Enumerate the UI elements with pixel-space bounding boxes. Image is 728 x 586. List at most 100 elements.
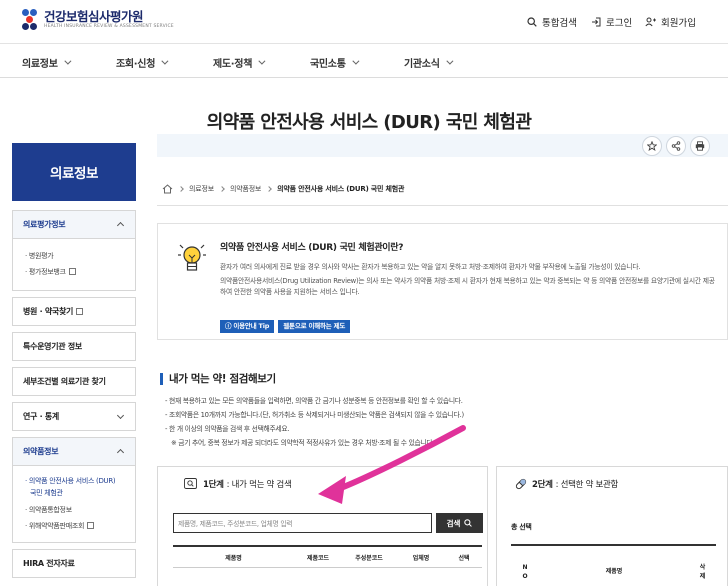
note-line: - 한 개 이상의 의약품을 검색 후 선택해주세요. xyxy=(165,425,290,433)
logo-mark-icon xyxy=(22,9,38,31)
notes: - 현재 복용하고 있는 모든 의약품들을 입력하면, 의약품 간 금기나 성분… xyxy=(165,394,725,450)
info-box: 의약품 안전사용 서비스 (DUR) 국민 체험관이란? 환자가 여러 의사에게… xyxy=(157,223,728,340)
lightbulb-icon xyxy=(178,244,206,271)
breadcrumb: 의료정보 의약품정보 의약품 안전사용 서비스 (DUR) 국민 체험관 xyxy=(162,184,404,194)
main-nav: 의료정보 조회·신청 제도·정책 국민소통 기관소식 xyxy=(0,44,728,78)
sidebar-item-label: 병원 · 약국찾기 xyxy=(23,307,74,316)
chevron-down-icon xyxy=(258,57,266,65)
sidebar-sub-dur-cont[interactable]: 국민 체험관 xyxy=(25,487,125,499)
step1-label: 1단계 xyxy=(203,479,224,490)
chevron-up-icon xyxy=(116,221,125,230)
nav-label: 제도·정책 xyxy=(213,59,253,70)
chevron-down-icon xyxy=(161,57,169,65)
breadcrumb-divider xyxy=(157,205,728,206)
step2-header: 2단계 : 선택한 약 보관함 xyxy=(497,467,727,500)
breadcrumb-current: 의약품 안전사용 서비스 (DUR) 국민 체험관 xyxy=(277,185,405,193)
step1-header: 1단계 : 내가 먹는 약 검색 xyxy=(158,467,487,500)
logo-name: 건강보험심사평가원 xyxy=(44,9,144,24)
nav-item-policy[interactable]: 제도·정책 xyxy=(213,55,266,70)
sidebar-item-evaluation[interactable]: 의료평가정보 xyxy=(12,210,136,239)
info-paragraph: 의약품안전사용서비스(Drug Utilization Review)는 의사 … xyxy=(220,277,715,296)
col-company: 업체명 xyxy=(412,554,430,562)
sidebar-item-label: 특수운영기관 정보 xyxy=(23,342,82,351)
sidebar-submenu-drug-info: · 의약품 안전사용 서비스 (DUR) 국민 체험관 · 의약품통합정보 · … xyxy=(12,466,136,543)
col-no: N O xyxy=(522,563,528,580)
share-button[interactable] xyxy=(666,136,686,156)
selected-drugs-header: N O 제품명 삭 제 xyxy=(511,544,716,586)
sidebar-item-research[interactable]: 연구 · 통계 xyxy=(12,402,136,431)
star-icon xyxy=(647,141,657,151)
search-row: 제품명, 제품코드, 주성분코드, 업체명 입력 검색 xyxy=(173,513,483,533)
breadcrumb-item[interactable]: 의료정보 xyxy=(189,184,214,194)
nav-item-news[interactable]: 기관소식 xyxy=(404,55,454,70)
util-search-label: 통합검색 xyxy=(542,18,577,29)
sidebar-item-hira-data[interactable]: HIRA 전자자료 xyxy=(12,549,136,578)
nav-item-communication[interactable]: 국민소통 xyxy=(310,55,360,70)
util-login[interactable]: 로그인 xyxy=(591,15,632,29)
sidebar-sub-hospital-eval[interactable]: · 병원평가 xyxy=(25,248,125,264)
step1-panel: 1단계 : 내가 먹는 약 검색 제품명, 제품코드, 주성분코드, 업체명 입… xyxy=(157,466,488,586)
search-icon xyxy=(527,17,537,27)
chevron-down-icon xyxy=(63,57,72,65)
webtoon-button[interactable]: 웹툰으로 이해하는 제도 xyxy=(278,320,351,333)
search-button[interactable]: 검색 xyxy=(436,513,483,533)
user-add-icon xyxy=(645,17,656,27)
col-delete: 삭 제 xyxy=(699,563,706,580)
chevron-down-icon xyxy=(445,57,454,65)
nav-label: 국민소통 xyxy=(310,59,346,70)
sidebar-sub-eval-bank[interactable]: · 평가정보뱅크 xyxy=(25,264,125,280)
breadcrumb-item[interactable]: 의약품정보 xyxy=(230,184,261,194)
col-product-code: 제품코드 xyxy=(306,554,330,562)
drug-search-input[interactable]: 제품명, 제품코드, 주성분코드, 업체명 입력 xyxy=(173,513,432,533)
external-link-icon xyxy=(87,522,95,529)
util-join[interactable]: 회원가입 xyxy=(645,15,696,29)
step1-title: : 내가 먹는 약 검색 xyxy=(226,479,292,490)
sidebar-sub-dur[interactable]: · 의약품 안전사용 서비스 (DUR) xyxy=(25,475,125,487)
nav-item-inquiry[interactable]: 조회·신청 xyxy=(116,55,169,70)
util-join-label: 회원가입 xyxy=(661,18,696,29)
logo[interactable]: 건강보험심사평가원 HEALTH INSURANCE REVIEW & ASSE… xyxy=(22,9,174,31)
chevron-right-icon xyxy=(178,186,184,192)
step2-label: 2단계 xyxy=(532,479,553,490)
home-icon[interactable] xyxy=(162,184,173,194)
col-select: 선택 xyxy=(458,554,470,562)
sidebar: 의료평가정보 · 병원평가 · 평가정보뱅크 병원 · 약국찾기 특수운영기관 … xyxy=(12,210,136,584)
chevron-right-icon xyxy=(219,186,225,192)
sidebar-item-drug-info[interactable]: 의약품정보 xyxy=(12,437,136,466)
nav-label: 조회·신청 xyxy=(116,59,156,70)
sidebar-sub-drug-integrated[interactable]: · 의약품통합정보 xyxy=(25,502,125,518)
info-paragraph: 환자가 여러 의사에게 진료 받을 경우 의사와 약사는 환자가 복용하고 있는… xyxy=(220,263,641,271)
col-product-name: 제품명 xyxy=(225,554,242,562)
info-buttons: ⓘ 이용안내 Tip 웹툰으로 이해하는 제도 xyxy=(220,320,354,333)
step2-title: : 선택한 약 보관함 xyxy=(555,479,619,490)
sidebar-item-label: 의료평가정보 xyxy=(23,220,66,229)
sidebar-item-detailed-search[interactable]: 세부조건별 의료기관 찾기 xyxy=(12,367,136,396)
title-bar-mark xyxy=(160,372,163,385)
nav-item-medical-info[interactable]: 의료정보 xyxy=(22,55,72,70)
note-line: ※ 금기 추어, 중복 정보가 제공 되더라도 의약학적 적정사유가 있는 경우… xyxy=(171,439,435,447)
info-body: 환자가 여러 의사에게 진료 받을 경우 의사와 약사는 환자가 복용하고 있는… xyxy=(220,262,720,301)
chevron-down-icon xyxy=(116,411,125,420)
usage-tip-button[interactable]: ⓘ 이용안내 Tip xyxy=(220,320,275,333)
chevron-down-icon xyxy=(351,57,360,65)
col-ingredient-code: 주성분코드 xyxy=(355,554,383,562)
bookmark-button[interactable] xyxy=(642,136,662,156)
chevron-up-icon xyxy=(116,448,125,457)
chevron-right-icon xyxy=(266,186,273,192)
util-search[interactable]: 통합검색 xyxy=(527,15,577,29)
step2-panel: 2단계 : 선택한 약 보관함 총 선택 N O 제품명 삭 제 xyxy=(496,466,728,586)
search-icon xyxy=(464,519,473,527)
print-button[interactable] xyxy=(690,136,710,156)
sidebar-sub-hazard-drug[interactable]: · 위해약약품판매조회 xyxy=(25,518,125,534)
page-tools xyxy=(638,136,710,156)
external-link-icon xyxy=(76,308,84,315)
sidebar-item-label: 연구 · 통계 xyxy=(23,412,59,421)
util-login-label: 로그인 xyxy=(606,18,633,29)
sidebar-item-hospital-search[interactable]: 병원 · 약국찾기 xyxy=(12,297,136,326)
nav-label: 의료정보 xyxy=(22,59,58,70)
search-results-header: 제품명 제품코드 주성분코드 업체명 선택 xyxy=(173,545,482,568)
page-title: 의약품 안전사용 서비스 (DUR) 국민 체험관 xyxy=(206,112,532,133)
sidebar-item-special-institutions[interactable]: 특수운영기관 정보 xyxy=(12,332,136,361)
section-title-label: 내가 먹는 약! 점검해보기 xyxy=(169,373,276,385)
info-title: 의약품 안전사용 서비스 (DUR) 국민 체험관이란? xyxy=(220,243,404,253)
